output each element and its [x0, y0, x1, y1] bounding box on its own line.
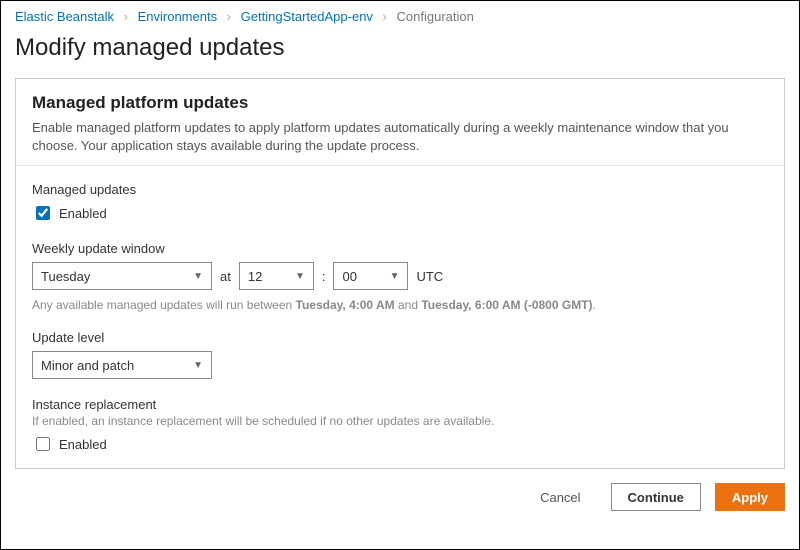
weekly-hour-value: 12 [248, 269, 262, 284]
cancel-button[interactable]: Cancel [524, 483, 596, 511]
weekly-window-hint: Any available managed updates will run b… [32, 298, 768, 312]
chevron-right-icon: › [227, 9, 231, 24]
instance-replacement-hint: If enabled, an instance replacement will… [32, 414, 768, 428]
weekly-window-label: Weekly update window [32, 241, 768, 256]
update-level-label: Update level [32, 330, 768, 345]
managed-updates-checkbox[interactable] [36, 206, 50, 220]
weekly-day-value: Tuesday [41, 269, 90, 284]
at-label: at [220, 269, 231, 284]
chevron-right-icon: › [124, 9, 128, 24]
instance-replacement-checkbox[interactable] [36, 437, 50, 451]
footer-actions: Cancel Continue Apply [1, 469, 799, 511]
breadcrumb-link-environments[interactable]: Environments [138, 9, 217, 24]
caret-down-icon: ▼ [390, 271, 400, 282]
breadcrumb-current: Configuration [397, 9, 474, 24]
apply-button[interactable]: Apply [715, 483, 785, 511]
update-level-select[interactable]: Minor and patch ▼ [32, 351, 212, 379]
managed-updates-enabled-row[interactable]: Enabled [32, 203, 768, 223]
caret-down-icon: ▼ [193, 271, 203, 282]
instance-replacement-enabled-row[interactable]: Enabled [32, 434, 768, 454]
panel-title: Managed platform updates [32, 93, 768, 113]
breadcrumb: Elastic Beanstalk › Environments › Getti… [1, 1, 799, 30]
weekly-day-select[interactable]: Tuesday ▼ [32, 262, 212, 290]
weekly-window-field: Weekly update window Tuesday ▼ at 12 ▼ :… [32, 241, 768, 312]
timezone-label: UTC [416, 269, 443, 284]
caret-down-icon: ▼ [295, 271, 305, 282]
instance-replacement-field: Instance replacement If enabled, an inst… [32, 397, 768, 454]
instance-replacement-enabled-label: Enabled [59, 437, 107, 452]
managed-updates-label: Managed updates [32, 182, 768, 197]
breadcrumb-link-elastic-beanstalk[interactable]: Elastic Beanstalk [15, 9, 114, 24]
breadcrumb-link-env-name[interactable]: GettingStartedApp-env [241, 9, 373, 24]
caret-down-icon: ▼ [193, 360, 203, 371]
weekly-hour-select[interactable]: 12 ▼ [239, 262, 314, 290]
instance-replacement-label: Instance replacement [32, 397, 768, 412]
weekly-minute-select[interactable]: 00 ▼ [333, 262, 408, 290]
update-level-value: Minor and patch [41, 358, 134, 373]
settings-panel: Managed platform updates Enable managed … [15, 78, 785, 469]
managed-updates-field: Managed updates Enabled [32, 182, 768, 223]
page-title: Modify managed updates [15, 34, 785, 62]
weekly-minute-value: 00 [342, 269, 356, 284]
chevron-right-icon: › [383, 9, 387, 24]
continue-button[interactable]: Continue [611, 483, 701, 511]
managed-updates-enabled-label: Enabled [59, 206, 107, 221]
panel-description: Enable managed platform updates to apply… [32, 119, 768, 155]
panel-header: Managed platform updates Enable managed … [16, 79, 784, 166]
colon-label: : [322, 269, 326, 284]
update-level-field: Update level Minor and patch ▼ [32, 330, 768, 379]
